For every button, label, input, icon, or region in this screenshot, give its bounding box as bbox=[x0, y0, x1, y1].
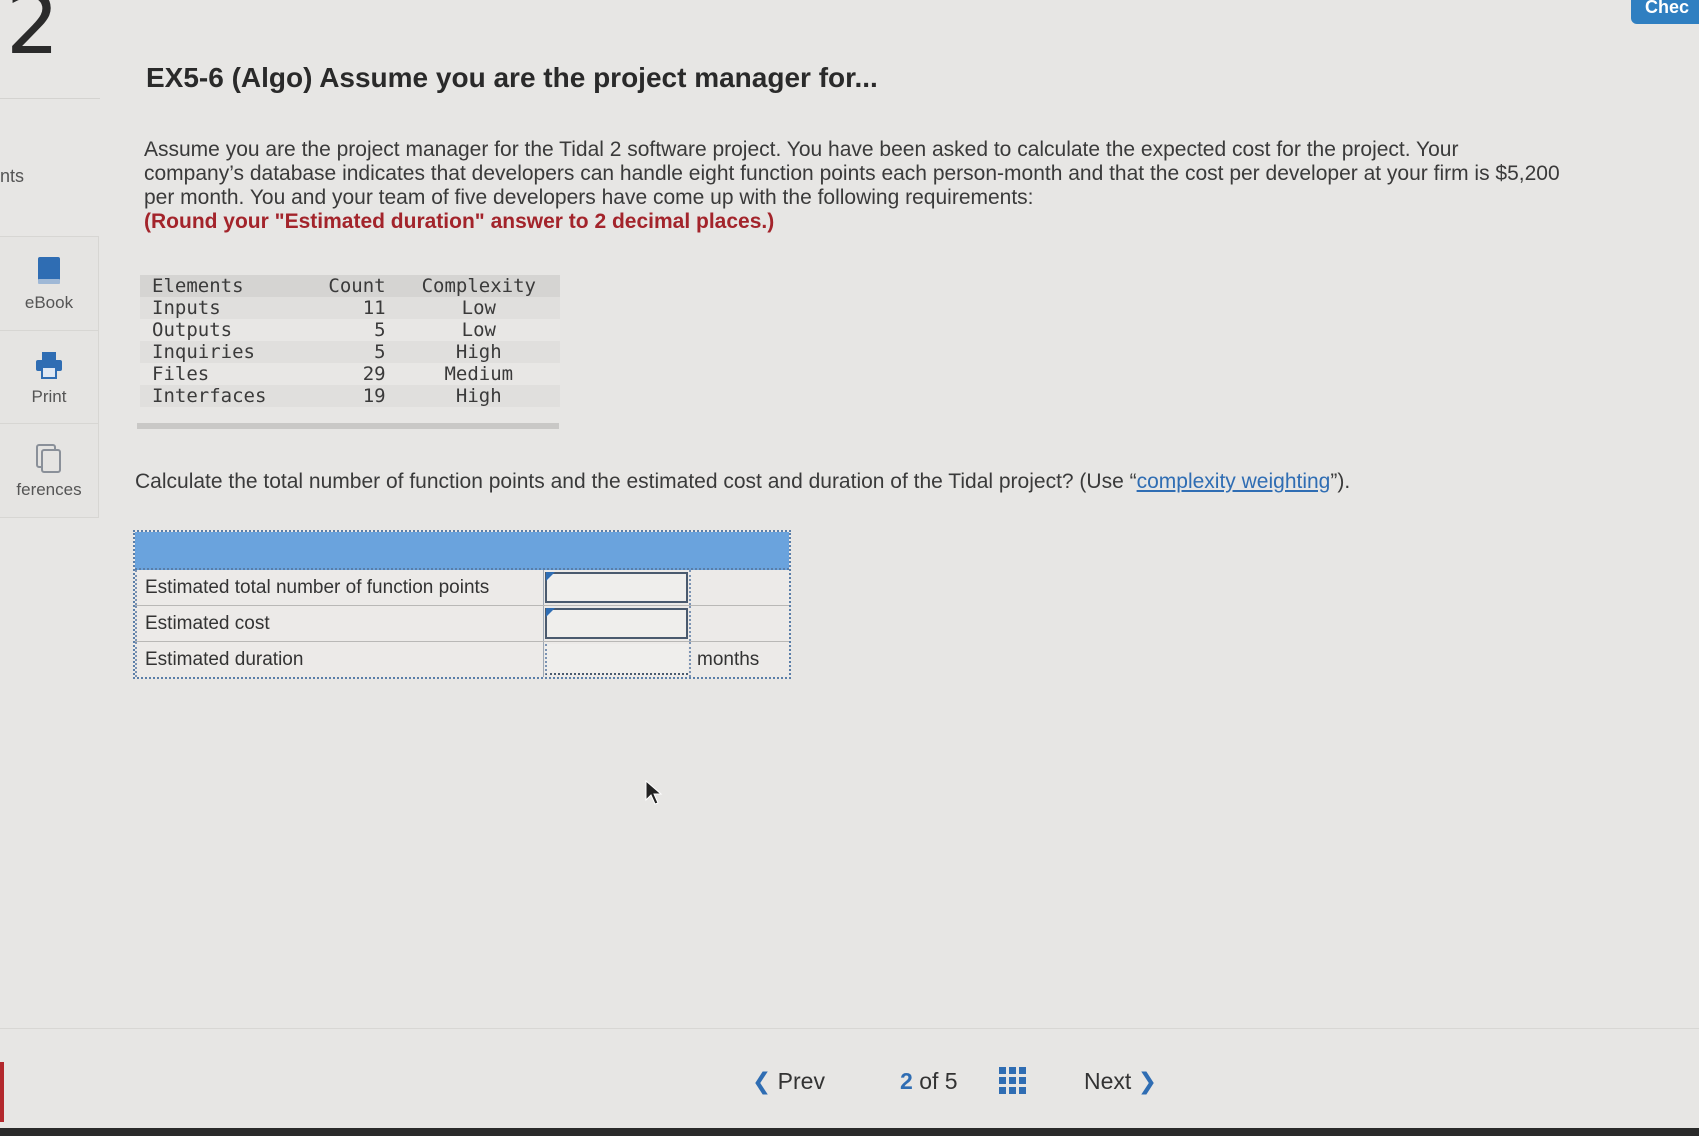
points-label: nts bbox=[0, 166, 25, 186]
complexity-cell: Low bbox=[461, 319, 496, 341]
table-row: Inquiries 5 High bbox=[140, 341, 560, 363]
table-header-row: Elements Count Complexity bbox=[140, 275, 560, 297]
count-cell: 5 bbox=[374, 319, 386, 341]
estimated-duration-input[interactable] bbox=[543, 642, 689, 677]
divider bbox=[0, 98, 100, 99]
estimated-cost-input[interactable] bbox=[543, 606, 689, 641]
sidebar-item-references[interactable]: ferences bbox=[0, 423, 98, 516]
ebook-icon bbox=[38, 257, 60, 284]
table-row: Estimated duration months bbox=[135, 642, 789, 677]
question-position: 2 of 5 bbox=[900, 1068, 958, 1095]
check-my-work-button[interactable]: Chec bbox=[1631, 0, 1699, 24]
element-cell: Files bbox=[152, 363, 210, 385]
question-after: ”). bbox=[1330, 470, 1351, 493]
answer-row-label: Estimated cost bbox=[135, 606, 543, 641]
input-flag-icon bbox=[546, 608, 555, 617]
answer-unit bbox=[689, 570, 789, 605]
grid-icon bbox=[999, 1067, 1026, 1094]
table-row: Outputs 5 Low bbox=[140, 319, 560, 341]
answer-unit bbox=[689, 606, 789, 641]
question-number: 2 bbox=[6, 0, 60, 73]
table-bottom-rule bbox=[137, 423, 559, 429]
question-grid-button[interactable] bbox=[998, 1066, 1028, 1102]
column-header: Elements bbox=[152, 275, 244, 297]
input-box[interactable] bbox=[545, 644, 688, 675]
count-cell: 11 bbox=[362, 297, 386, 319]
printer-icon bbox=[36, 352, 62, 379]
current-question: 2 bbox=[900, 1068, 913, 1094]
references-icon bbox=[36, 444, 61, 473]
input-flag-icon bbox=[546, 572, 555, 581]
table-row: Files 29 Medium bbox=[140, 363, 560, 385]
problem-title: EX5-6 (Algo) Assume you are the project … bbox=[146, 62, 878, 93]
question-text: Calculate the total number of function p… bbox=[135, 470, 1350, 494]
element-cell: Outputs bbox=[152, 319, 233, 341]
edge-marker bbox=[0, 1062, 4, 1122]
answer-unit: months bbox=[689, 642, 789, 677]
requirements-table: Elements Count Complexity Inputs 11 Low … bbox=[140, 275, 560, 407]
input-box[interactable] bbox=[545, 608, 688, 639]
prompt-text: Assume you are the project manager for t… bbox=[144, 138, 1560, 209]
prev-button[interactable]: ❮ Prev bbox=[752, 1068, 825, 1095]
element-cell: Inquiries bbox=[152, 341, 255, 363]
answer-table: Estimated total number of function point… bbox=[133, 530, 791, 679]
table-row: Estimated cost bbox=[135, 606, 789, 642]
question-before: Calculate the total number of function p… bbox=[135, 470, 1137, 493]
count-cell: 5 bbox=[374, 341, 386, 363]
sidebar-item-ebook[interactable]: eBook bbox=[0, 237, 98, 329]
complexity-weighting-link[interactable]: complexity weighting bbox=[1137, 470, 1331, 493]
problem-prompt: Assume you are the project manager for t… bbox=[144, 138, 1564, 234]
answer-row-label: Estimated total number of function point… bbox=[135, 570, 543, 605]
prev-label: Prev bbox=[777, 1068, 825, 1094]
column-header: Complexity bbox=[421, 275, 536, 297]
sidebar-item-print[interactable]: Print bbox=[0, 330, 98, 423]
mouse-pointer-icon bbox=[645, 780, 663, 805]
table-row: Estimated total number of function point… bbox=[135, 570, 789, 606]
sidebar-tools: eBook Print ferences bbox=[0, 236, 99, 518]
table-row: Inputs 11 Low bbox=[140, 297, 560, 319]
answer-table-header bbox=[135, 532, 789, 570]
sidebar-item-label: eBook bbox=[24, 293, 74, 312]
element-cell: Inputs bbox=[152, 297, 221, 319]
count-cell: 29 bbox=[362, 363, 386, 385]
column-header: Count bbox=[328, 275, 386, 297]
count-cell: 19 bbox=[362, 385, 386, 407]
sidebar-item-label: Print bbox=[31, 387, 67, 406]
complexity-cell: High bbox=[455, 341, 502, 363]
complexity-cell: Low bbox=[461, 297, 496, 319]
footer-divider bbox=[0, 1028, 1699, 1029]
function-points-input[interactable] bbox=[543, 570, 689, 605]
table-row: Interfaces 19 High bbox=[140, 385, 560, 407]
next-label: Next bbox=[1084, 1068, 1132, 1094]
complexity-cell: Medium bbox=[444, 363, 514, 385]
complexity-cell: High bbox=[455, 385, 502, 407]
chevron-right-icon: ❯ bbox=[1137, 1068, 1157, 1094]
next-button[interactable]: Next ❯ bbox=[1084, 1068, 1157, 1095]
element-cell: Interfaces bbox=[152, 385, 267, 407]
screen-bezel bbox=[0, 1128, 1699, 1136]
question-total: of 5 bbox=[919, 1068, 958, 1094]
rounding-instruction: (Round your "Estimated duration" answer … bbox=[144, 210, 775, 233]
sidebar-item-label: ferences bbox=[16, 480, 82, 499]
chevron-left-icon: ❮ bbox=[752, 1068, 772, 1094]
answer-row-label: Estimated duration bbox=[135, 642, 543, 677]
input-box[interactable] bbox=[545, 572, 688, 603]
